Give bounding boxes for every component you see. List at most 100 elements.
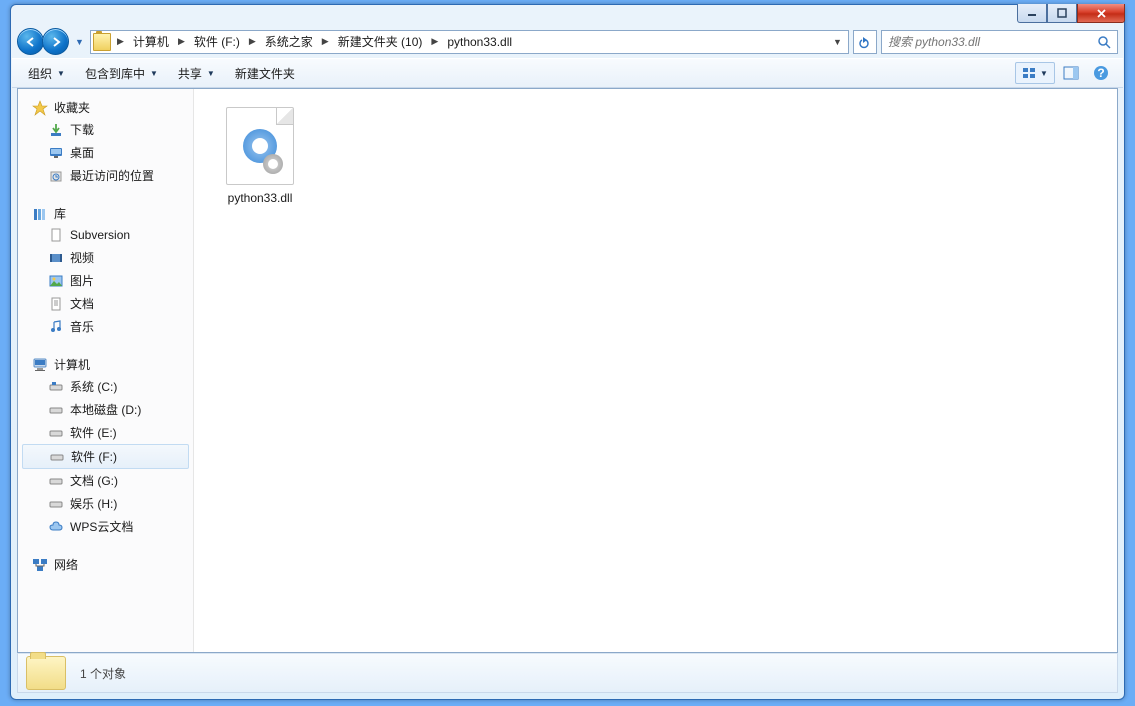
toolbar: 组织▼ 包含到库中 ▼ 共享▼ 新建文件夹 ▼ ?	[12, 58, 1123, 88]
organize-menu[interactable]: 组织▼	[20, 61, 73, 86]
thumbnails-icon	[1022, 67, 1036, 79]
item-label: 娱乐 (H:)	[70, 495, 117, 512]
chevron-right-icon[interactable]: ▶	[428, 36, 441, 47]
folder-icon	[93, 33, 111, 51]
favorites-group: 收藏夹 下载 桌面 最近访问的位置	[18, 97, 193, 187]
dll-file-icon	[226, 107, 294, 185]
status-text: 1 个对象	[80, 665, 126, 682]
music-icon	[48, 319, 64, 335]
libraries-header[interactable]: 库	[18, 203, 193, 224]
search-input[interactable]	[888, 35, 1097, 49]
chevron-down-icon: ▼	[150, 69, 158, 78]
help-button[interactable]: ?	[1087, 62, 1115, 84]
star-icon	[32, 100, 48, 116]
chevron-down-icon: ▼	[207, 69, 215, 78]
breadcrumb-computer[interactable]: 计算机	[128, 31, 174, 52]
file-name: python33.dll	[228, 191, 293, 205]
sidebar-item-drive-d[interactable]: 本地磁盘 (D:)	[18, 398, 193, 421]
item-label: 软件 (E:)	[70, 424, 117, 441]
close-button[interactable]	[1077, 4, 1125, 23]
document-icon	[48, 227, 64, 243]
sidebar-item-drive-c[interactable]: 系统 (C:)	[18, 375, 193, 398]
libraries-group: 库 Subversion 视频 图片 文档 音乐	[18, 203, 193, 338]
search-icon[interactable]	[1097, 35, 1111, 49]
cloud-icon	[48, 519, 64, 535]
library-icon	[32, 206, 48, 222]
maximize-button[interactable]	[1047, 4, 1077, 23]
favorites-label: 收藏夹	[54, 99, 90, 116]
sidebar-item-music[interactable]: 音乐	[18, 315, 193, 338]
chevron-right-icon[interactable]: ▶	[175, 36, 188, 47]
new-folder-label: 新建文件夹	[235, 65, 295, 82]
item-label: 视频	[70, 249, 94, 266]
sidebar-item-drive-e[interactable]: 软件 (E:)	[18, 421, 193, 444]
picture-icon	[48, 273, 64, 289]
nav-arrows	[17, 28, 69, 55]
include-label: 包含到库中	[85, 65, 145, 82]
sidebar-item-wps-cloud[interactable]: WPS云文档	[18, 515, 193, 538]
breadcrumb-folder-1[interactable]: 系统之家	[260, 31, 318, 52]
back-button[interactable]	[17, 28, 44, 55]
sidebar-item-drive-h[interactable]: 娱乐 (H:)	[18, 492, 193, 515]
drive-icon	[48, 402, 64, 418]
explorer-body: 收藏夹 下载 桌面 最近访问的位置 库 Subversion 视频 图片 文档 …	[17, 88, 1118, 653]
sidebar-item-subversion[interactable]: Subversion	[18, 224, 193, 246]
chevron-down-icon: ▼	[57, 69, 65, 78]
document-icon	[48, 296, 64, 312]
chevron-right-icon[interactable]: ▶	[246, 36, 259, 47]
sidebar-item-drive-f[interactable]: 软件 (F:)	[22, 444, 189, 469]
folder-icon	[26, 656, 66, 690]
sidebar-item-desktop[interactable]: 桌面	[18, 141, 193, 164]
navigation-pane[interactable]: 收藏夹 下载 桌面 最近访问的位置 库 Subversion 视频 图片 文档 …	[18, 89, 194, 652]
chevron-right-icon[interactable]: ▶	[114, 36, 127, 47]
favorites-header[interactable]: 收藏夹	[18, 97, 193, 118]
view-mode-button[interactable]: ▼	[1015, 62, 1055, 84]
new-folder-button[interactable]: 新建文件夹	[227, 61, 303, 86]
address-bar[interactable]: ▶ 计算机 ▶ 软件 (F:) ▶ 系统之家 ▶ 新建文件夹 (10) ▶ py…	[90, 30, 849, 54]
status-bar: 1 个对象	[17, 653, 1118, 693]
sidebar-item-downloads[interactable]: 下载	[18, 118, 193, 141]
forward-button[interactable]	[42, 28, 69, 55]
sidebar-item-videos[interactable]: 视频	[18, 246, 193, 269]
include-in-library-menu[interactable]: 包含到库中 ▼	[77, 61, 166, 86]
minimize-button[interactable]	[1017, 4, 1047, 23]
file-item[interactable]: python33.dll	[212, 103, 308, 209]
item-label: 文档 (G:)	[70, 472, 118, 489]
address-dropdown[interactable]: ▼	[828, 31, 846, 53]
share-menu[interactable]: 共享▼	[170, 61, 223, 86]
computer-label: 计算机	[54, 356, 90, 373]
refresh-button[interactable]	[853, 30, 877, 54]
window-controls	[1017, 4, 1125, 23]
chevron-right-icon[interactable]: ▶	[319, 36, 332, 47]
drive-icon	[48, 473, 64, 489]
search-box[interactable]	[881, 30, 1118, 54]
item-label: Subversion	[70, 228, 130, 242]
sidebar-item-recent[interactable]: 最近访问的位置	[18, 164, 193, 187]
computer-group: 计算机 系统 (C:) 本地磁盘 (D:) 软件 (E:) 软件 (F:) 文档…	[18, 354, 193, 538]
item-label: 软件 (F:)	[71, 448, 117, 465]
item-label: 下载	[70, 121, 94, 138]
preview-pane-button[interactable]	[1057, 62, 1085, 84]
titlebar[interactable]	[11, 5, 1124, 25]
breadcrumb-drive[interactable]: 软件 (F:)	[189, 31, 245, 52]
breadcrumb-folder-2[interactable]: 新建文件夹 (10)	[333, 31, 428, 52]
breadcrumb-current[interactable]: python33.dll	[442, 33, 517, 51]
network-header[interactable]: 网络	[18, 554, 193, 575]
computer-header[interactable]: 计算机	[18, 354, 193, 375]
chevron-down-icon: ▼	[1040, 69, 1048, 78]
item-label: 音乐	[70, 318, 94, 335]
item-label: 最近访问的位置	[70, 167, 154, 184]
item-label: 图片	[70, 272, 94, 289]
file-list[interactable]: python33.dll	[194, 89, 1117, 652]
navigation-bar: ▼ ▶ 计算机 ▶ 软件 (F:) ▶ 系统之家 ▶ 新建文件夹 (10) ▶ …	[11, 25, 1124, 58]
sidebar-item-documents[interactable]: 文档	[18, 292, 193, 315]
video-icon	[48, 250, 64, 266]
item-label: WPS云文档	[70, 518, 133, 535]
computer-icon	[32, 357, 48, 373]
drive-icon	[48, 379, 64, 395]
svg-text:?: ?	[1097, 66, 1104, 80]
sidebar-item-drive-g[interactable]: 文档 (G:)	[18, 469, 193, 492]
drive-icon	[49, 449, 65, 465]
sidebar-item-pictures[interactable]: 图片	[18, 269, 193, 292]
history-dropdown[interactable]: ▼	[73, 32, 86, 52]
